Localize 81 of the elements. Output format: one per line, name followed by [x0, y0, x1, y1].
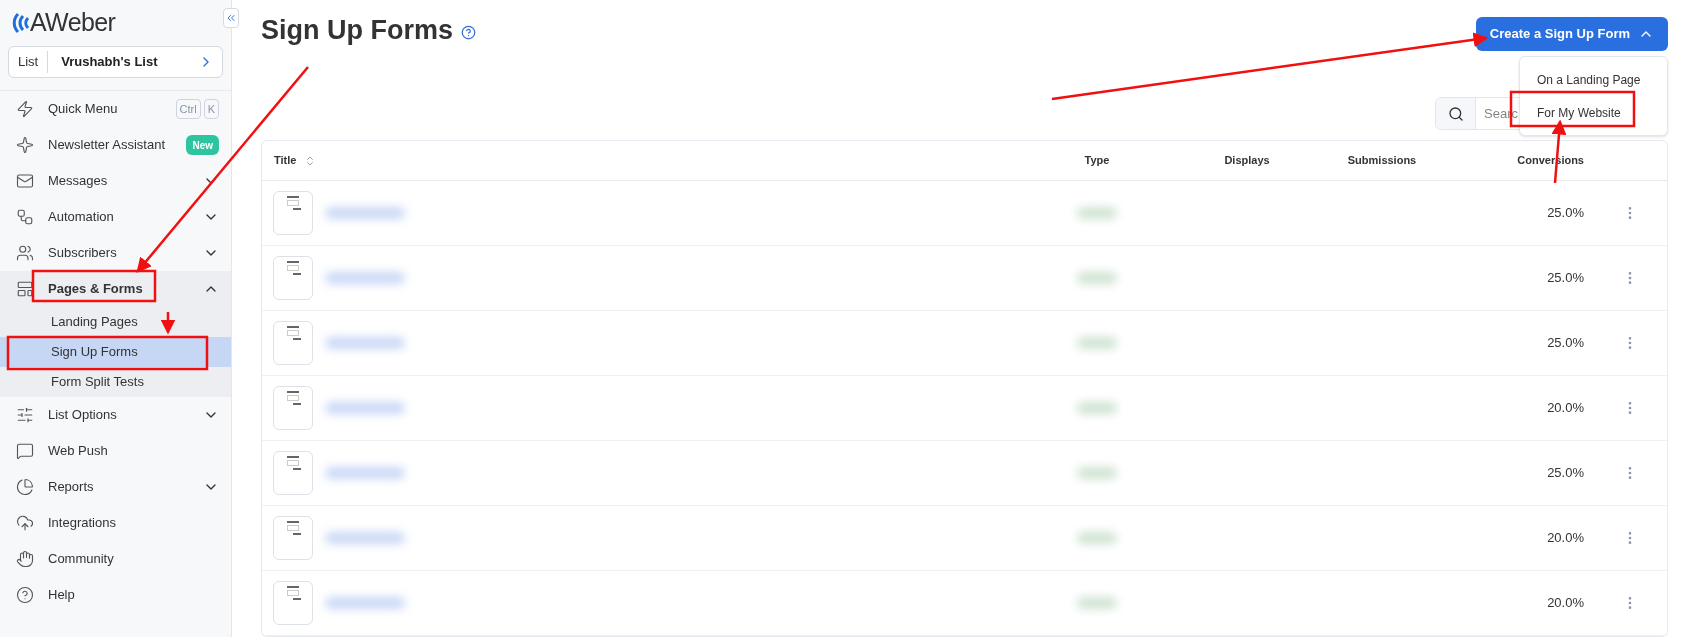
hand-icon [16, 550, 34, 568]
nav-label: Pages & Forms [48, 280, 143, 299]
redacted-type [1077, 597, 1117, 609]
redacted-type [1077, 532, 1117, 544]
column-header: Type [1083, 153, 1111, 169]
help-icon [16, 586, 34, 604]
form-thumbnail[interactable] [273, 451, 313, 495]
nav-item[interactable]: Subscribers [0, 235, 231, 271]
sub-nav-item[interactable]: Form Split Tests [0, 367, 231, 397]
nav-label: Integrations [48, 514, 116, 533]
logo-waves-icon [12, 12, 30, 34]
shortcut-key: Ctrl [175, 99, 201, 119]
form-thumbnail[interactable] [273, 581, 313, 625]
nav-item[interactable]: Help [0, 577, 231, 613]
column-header: Submissions [1346, 153, 1418, 169]
workflow-icon [16, 208, 34, 226]
page-title: Sign Up Forms [261, 14, 453, 48]
nav-item[interactable]: Messages [0, 163, 231, 199]
redacted-type [1077, 402, 1117, 414]
nav-label: Messages [48, 172, 108, 191]
double-chevron-icon [225, 12, 237, 24]
form-thumbnail[interactable] [273, 516, 313, 560]
nav-item[interactable]: Integrations [0, 505, 231, 541]
nav-label: Quick Menu [48, 100, 118, 119]
redacted-type [1077, 207, 1117, 219]
nav-label: Newsletter Assistant [48, 136, 166, 155]
list-label: List [9, 51, 49, 73]
nav-label: Subscribers [48, 244, 117, 263]
list-selector[interactable]: List Vrushabh's List [8, 46, 223, 78]
form-thumbnail[interactable] [273, 321, 313, 365]
create-form-button[interactable]: Create a Sign Up Form [1475, 17, 1668, 51]
lightning-icon [16, 100, 34, 118]
logo-text: AWeber [30, 7, 116, 39]
envelope-icon [16, 172, 34, 190]
search-icon [1447, 105, 1464, 122]
nav-label: Help [48, 586, 75, 605]
annotation-arrow [160, 312, 176, 335]
sparkle-icon [16, 136, 34, 154]
nav-item[interactable]: List Options [0, 397, 231, 433]
cloud-icon [16, 514, 34, 532]
conversion-rate: 20.0% [1546, 594, 1585, 613]
redacted-type [1077, 337, 1117, 349]
sub-nav-item[interactable]: Sign Up Forms [0, 337, 231, 367]
collapse-button[interactable] [223, 8, 239, 28]
nav-item[interactable]: Reports [0, 469, 231, 505]
redacted-type [1077, 272, 1117, 284]
nav-item[interactable]: Quick Menu Ctrl K [0, 91, 231, 127]
column-header[interactable]: Title [274, 152, 297, 169]
people-icon [16, 244, 34, 262]
form-thumbnail[interactable] [273, 191, 313, 235]
column-header: Displays [1223, 153, 1271, 169]
menu-item[interactable]: For My Website [1520, 96, 1667, 129]
nav-item[interactable]: Web Push [0, 433, 231, 469]
conversion-rate: 25.0% [1546, 204, 1585, 223]
nav-item[interactable]: Newsletter Assistant New [0, 127, 231, 163]
layout-icon [16, 280, 34, 298]
chat-bubble-icon [16, 442, 34, 460]
nav-label: Web Push [48, 442, 108, 461]
nav-label: List Options [48, 406, 117, 425]
nav-item[interactable]: Automation [0, 199, 231, 235]
conversion-rate: 25.0% [1546, 334, 1585, 353]
list-name: Vrushabh's List [60, 53, 159, 72]
shortcut-key: K [203, 99, 219, 119]
nav-item[interactable]: Pages & Forms [0, 271, 231, 307]
conversion-rate: 25.0% [1546, 464, 1585, 483]
conversion-rate: 25.0% [1546, 269, 1585, 288]
conversion-rate: 20.0% [1546, 399, 1585, 418]
form-thumbnail[interactable] [273, 256, 313, 300]
menu-item[interactable]: On a Landing Page [1520, 63, 1667, 96]
nav-label: Reports [48, 478, 94, 497]
sub-nav-item[interactable]: Landing Pages [0, 307, 231, 337]
nav-item[interactable]: Community [0, 541, 231, 577]
new-badge: New [186, 135, 219, 155]
conversion-rate: 20.0% [1546, 529, 1585, 548]
form-thumbnail[interactable] [273, 386, 313, 430]
help-icon[interactable] [461, 25, 476, 41]
redacted-type [1077, 467, 1117, 479]
sliders-icon [16, 406, 34, 424]
pie-chart-icon [16, 478, 34, 496]
nav-label: Automation [48, 208, 114, 227]
nav-label: Community [48, 550, 114, 569]
